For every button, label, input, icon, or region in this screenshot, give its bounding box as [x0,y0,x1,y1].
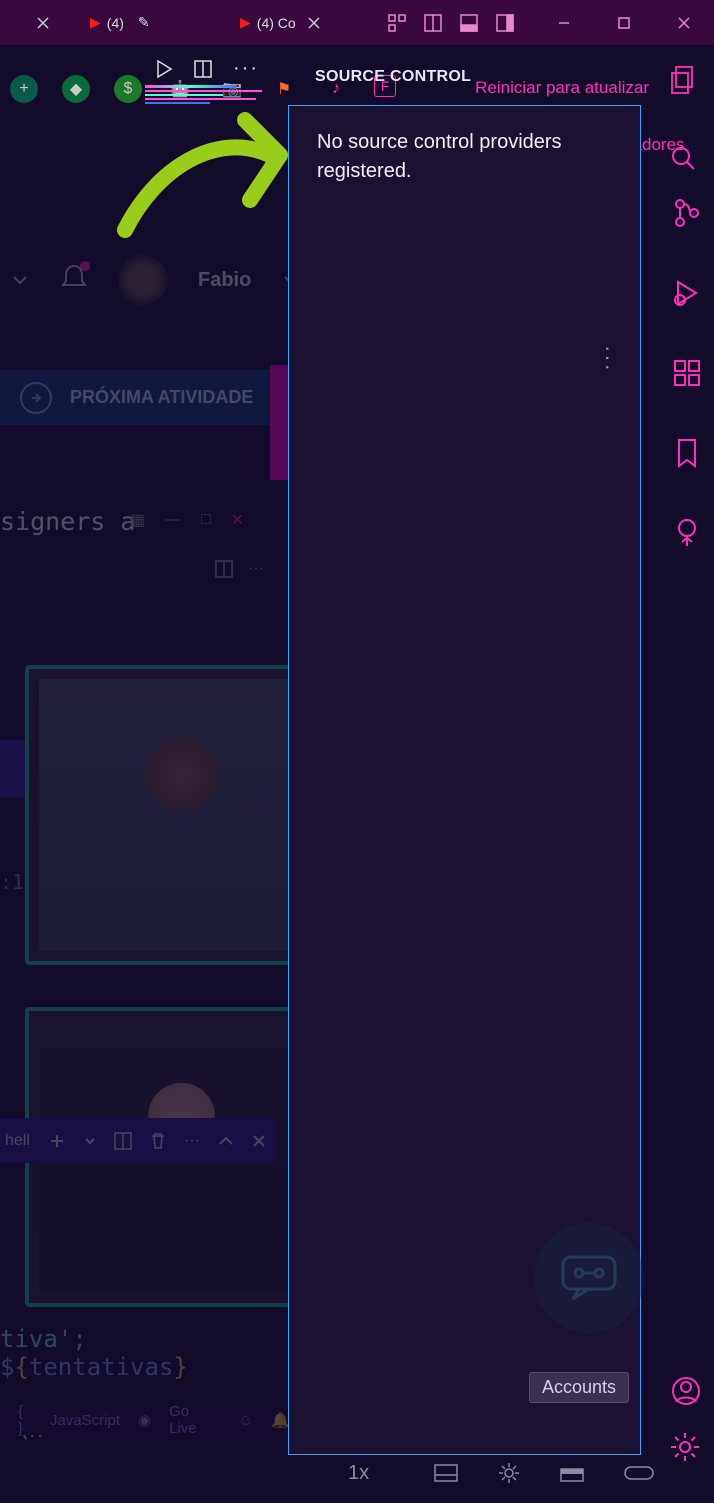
status-language[interactable]: JavaScript [50,1412,120,1429]
files-icon[interactable] [670,65,696,100]
tree-activity-icon[interactable] [672,518,702,553]
minimize-button[interactable] [534,0,594,45]
window-controls [534,0,714,45]
status-golive[interactable]: Go Live [169,1403,220,1437]
chevron-down-icon[interactable] [10,270,30,290]
youtube-icon: ▶ [240,14,251,31]
source-control-empty-message: No source control providers registered. [289,106,640,208]
close-window-button[interactable] [654,0,714,45]
close-icon[interactable] [252,1134,266,1148]
minimap-preview [145,85,275,145]
maximize-square-icon[interactable]: □ [201,511,211,529]
browser-tab-2[interactable]: ▶ (4) ✎ [90,14,150,31]
pill-icon[interactable] [624,1466,654,1480]
accounts-tooltip: Accounts [529,1372,629,1403]
chat-bubble-icon[interactable] [534,1223,644,1333]
browser-tab-3[interactable]: ▶ (4) Co [240,14,322,31]
more-actions-icon[interactable]: ··· [595,345,621,373]
source-control-title: SOURCE CONTROL [315,68,471,86]
source-control-activity-icon[interactable] [672,198,702,233]
search-icon[interactable] [670,145,696,176]
code-line-1: tiva'; ${tentativas} [0,1325,188,1381]
settings-icon[interactable] [498,1462,520,1484]
minimize-icon[interactable]: — [165,511,181,529]
trash-icon[interactable] [150,1132,166,1150]
braces-icon[interactable]: { } [18,1403,32,1437]
split-terminal-icon[interactable] [114,1132,132,1150]
editor-text-fragment: signers a [0,507,135,536]
line-col-indicator: :1 [0,870,24,894]
keyboard-icon[interactable] [434,1464,458,1482]
new-terminal-icon[interactable] [48,1132,66,1150]
user-avatar[interactable] [118,255,168,305]
more-icon[interactable]: ··· [248,560,264,578]
grid-icon[interactable]: ▦ [130,510,145,530]
split-left-icon[interactable] [424,14,442,32]
devtools-bottom-bar: 1x [288,1453,654,1493]
youtube-icon: ▶ [90,14,101,31]
browser-tab-close-1[interactable] [35,15,51,31]
sidebar-right-icon[interactable] [496,14,514,32]
eyedropper-icon: ✎ [138,14,150,31]
tab-badge: (4) [107,15,124,31]
next-activity-label: PRÓXIMA ATIVIDADE [70,387,253,408]
person-icon[interactable]: ☺ [238,1412,253,1429]
editor-layout-toggles [388,0,514,45]
close-icon [35,15,51,31]
zoom-level[interactable]: 1x [348,1462,369,1485]
broadcast-icon[interactable]: ◉ [138,1411,151,1429]
username-label: Fabio [198,269,251,292]
chevron-down-icon[interactable] [84,1135,96,1147]
status-bar: { } JavaScript ◉ Go Live ☺ 🔔 [0,1405,290,1435]
chevron-up-icon[interactable] [218,1135,234,1147]
window-titlebar: ▶ (4) ✎ ▶ (4) Co [0,0,714,45]
minimap-highlight [270,365,290,480]
tab-badge: (4) Co [257,15,296,31]
terminal-toolbar: hell ··· [0,1118,275,1163]
bookmark-activity-icon[interactable] [675,438,699,473]
tab-icon[interactable] [560,1464,584,1482]
maximize-button[interactable] [594,0,654,45]
more-icon[interactable]: ··· [184,1132,200,1150]
notifications-icon[interactable] [60,263,88,298]
panel-bottom-icon[interactable] [460,14,478,32]
accounts-icon[interactable] [671,1376,701,1411]
terminal-tab-label[interactable]: hell [5,1132,30,1150]
person-photo [39,679,324,951]
extensions-activity-icon[interactable] [672,358,702,393]
arrow-right-circle-icon [20,382,52,414]
close-icon[interactable] [306,15,322,31]
run-debug-activity-icon[interactable] [672,278,702,313]
activity-bar [659,180,714,1433]
split-icon[interactable] [215,560,233,578]
customize-layout-icon[interactable] [388,14,406,32]
next-activity-button[interactable]: PRÓXIMA ATIVIDADE [0,370,290,425]
settings-gear-icon[interactable] [669,1431,701,1468]
close-icon[interactable]: ✕ [231,510,244,530]
